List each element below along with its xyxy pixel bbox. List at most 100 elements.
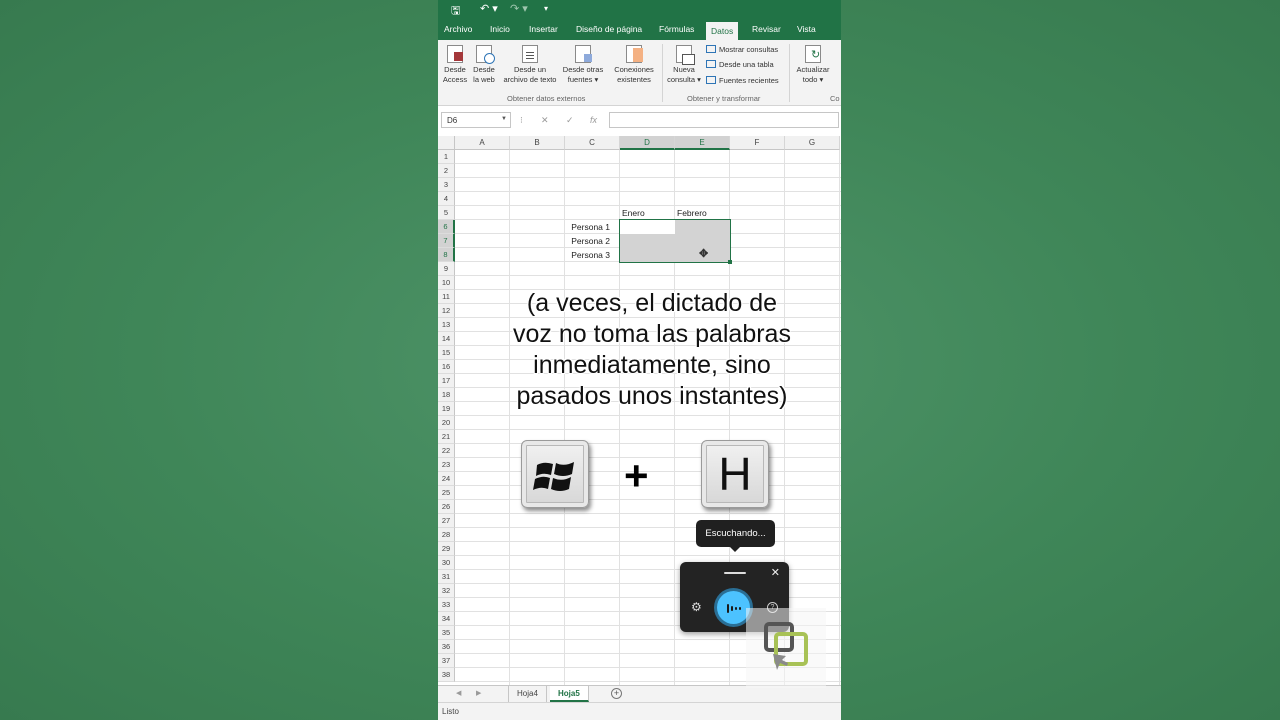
tab-vista[interactable]: Vista: [797, 24, 816, 34]
chevron-down-icon[interactable]: ▼: [501, 116, 507, 122]
from-text-label-1: Desde un: [513, 65, 547, 74]
column-header-e[interactable]: E: [675, 136, 730, 150]
formula-input[interactable]: [609, 112, 839, 128]
row-header-6[interactable]: 6: [438, 220, 455, 234]
add-sheet-button[interactable]: +: [611, 688, 622, 699]
from-other-label-2: fuentes ▾: [567, 75, 599, 84]
tab-diseno[interactable]: Diseño de página: [576, 24, 642, 34]
row-header-19[interactable]: 19: [438, 402, 455, 416]
refresh-icon: [805, 45, 821, 63]
name-box[interactable]: D6 ▼: [441, 112, 511, 128]
cell-c8: Persona 3: [571, 250, 610, 260]
row-header-7[interactable]: 7: [438, 234, 455, 248]
row-header-9[interactable]: 9: [438, 262, 455, 276]
gear-icon[interactable]: ⚙: [691, 600, 702, 614]
row-header-11[interactable]: 11: [438, 290, 455, 304]
from-access-button[interactable]: Desde Access: [441, 45, 469, 85]
insert-function-icon[interactable]: fx: [590, 115, 597, 125]
row-header-28[interactable]: 28: [438, 528, 455, 542]
connections-icon: [626, 45, 643, 63]
grid-line: [455, 527, 841, 528]
from-other-sources-button[interactable]: Desde otras fuentes ▾: [559, 45, 607, 85]
new-query-button[interactable]: Nueva consulta ▾: [664, 45, 704, 85]
row-header-32[interactable]: 32: [438, 584, 455, 598]
row-header-14[interactable]: 14: [438, 332, 455, 346]
grid-line: [509, 150, 510, 685]
tab-archivo[interactable]: Archivo: [444, 24, 472, 34]
logo-icon: [764, 622, 808, 670]
row-header-23[interactable]: 23: [438, 458, 455, 472]
previous-sheet-icon[interactable]: ◀: [456, 689, 461, 697]
row-header-27[interactable]: 27: [438, 514, 455, 528]
refresh-all-button[interactable]: Actualizar todo ▾: [793, 45, 833, 85]
row-header-18[interactable]: 18: [438, 388, 455, 402]
status-bar: Listo: [438, 702, 841, 720]
row-header-38[interactable]: 38: [438, 668, 455, 682]
caption-line: voz no toma las palabras: [513, 320, 791, 348]
row-header-15[interactable]: 15: [438, 346, 455, 360]
row-header-8[interactable]: 8: [438, 248, 455, 262]
from-table-button[interactable]: Desde una tabla: [706, 60, 774, 69]
row-header-25[interactable]: 25: [438, 486, 455, 500]
column-header-f[interactable]: F: [730, 136, 785, 150]
row-header-21[interactable]: 21: [438, 430, 455, 444]
tab-datos[interactable]: Datos: [706, 22, 739, 40]
from-text-button[interactable]: Desde un archivo de texto: [498, 45, 562, 85]
row-header-37[interactable]: 37: [438, 654, 455, 668]
row-header-35[interactable]: 35: [438, 626, 455, 640]
select-all-corner[interactable]: [438, 136, 455, 150]
row-header-26[interactable]: 26: [438, 500, 455, 514]
row-header-13[interactable]: 13: [438, 318, 455, 332]
customize-qat-icon[interactable]: ▾: [544, 4, 548, 13]
redo-icon[interactable]: ↷ ▾: [510, 2, 528, 15]
tab-revisar[interactable]: Revisar: [752, 24, 781, 34]
new-query-label-1: Nueva: [673, 65, 695, 74]
row-header-16[interactable]: 16: [438, 360, 455, 374]
fill-handle[interactable]: [728, 260, 732, 264]
row-header-31[interactable]: 31: [438, 570, 455, 584]
caption-overlay: (a veces, el dictado de voz no toma las …: [472, 288, 832, 412]
from-web-button[interactable]: Desde la web: [470, 45, 498, 85]
row-header-30[interactable]: 30: [438, 556, 455, 570]
row-header-34[interactable]: 34: [438, 612, 455, 626]
from-access-label-1: Desde: [444, 65, 466, 74]
tab-formulas[interactable]: Fórmulas: [659, 24, 694, 34]
tab-inicio[interactable]: Inicio: [490, 24, 510, 34]
close-icon[interactable]: ✕: [771, 566, 780, 579]
row-header-36[interactable]: 36: [438, 640, 455, 654]
cancel-icon[interactable]: ✕: [541, 115, 549, 126]
column-header-g[interactable]: G: [785, 136, 840, 150]
sheet-tab-hoja4[interactable]: Hoja4: [508, 686, 547, 702]
tab-insertar[interactable]: Insertar: [529, 24, 558, 34]
show-queries-button[interactable]: Mostrar consultas: [706, 45, 778, 54]
sheet-tab-hoja5[interactable]: Hoja5: [550, 686, 589, 702]
row-header-5[interactable]: 5: [438, 206, 455, 220]
enter-icon[interactable]: ✓: [566, 115, 574, 126]
from-web-label-1: Desde: [473, 65, 495, 74]
column-header-d[interactable]: D: [620, 136, 675, 150]
save-icon[interactable]: 🖫: [451, 2, 460, 21]
column-header-b[interactable]: B: [510, 136, 565, 150]
recent-sources-button[interactable]: Fuentes recientes: [706, 76, 779, 85]
from-text-label-2: archivo de texto: [503, 75, 557, 84]
row-header-4[interactable]: 4: [438, 192, 455, 206]
row-header-20[interactable]: 20: [438, 416, 455, 430]
row-header-3[interactable]: 3: [438, 178, 455, 192]
drag-handle[interactable]: [724, 572, 746, 574]
column-header-a[interactable]: A: [455, 136, 510, 150]
next-sheet-icon[interactable]: ▶: [476, 689, 481, 697]
row-header-10[interactable]: 10: [438, 276, 455, 290]
grid-line: [455, 191, 841, 192]
row-header-1[interactable]: 1: [438, 150, 455, 164]
undo-icon[interactable]: ↶ ▾: [480, 2, 498, 15]
row-header-12[interactable]: 12: [438, 304, 455, 318]
row-header-2[interactable]: 2: [438, 164, 455, 178]
row-header-17[interactable]: 17: [438, 374, 455, 388]
column-header-c[interactable]: C: [565, 136, 620, 150]
row-header-22[interactable]: 22: [438, 444, 455, 458]
row-header-33[interactable]: 33: [438, 598, 455, 612]
row-header-29[interactable]: 29: [438, 542, 455, 556]
row-header-24[interactable]: 24: [438, 472, 455, 486]
title-bar: 🖫 ↶ ▾ ↷ ▾ ▾: [438, 0, 841, 20]
existing-connections-button[interactable]: Conexiones existentes: [610, 45, 658, 85]
